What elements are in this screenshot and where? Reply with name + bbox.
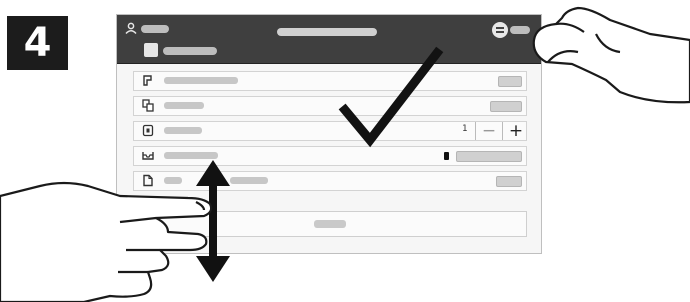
up-down-arrow-icon [196, 160, 230, 282]
checkmark-icon [338, 46, 444, 148]
right-hand-icon [532, 6, 690, 104]
left-hand-icon [0, 181, 213, 302]
illustration-overlay [0, 6, 690, 302]
